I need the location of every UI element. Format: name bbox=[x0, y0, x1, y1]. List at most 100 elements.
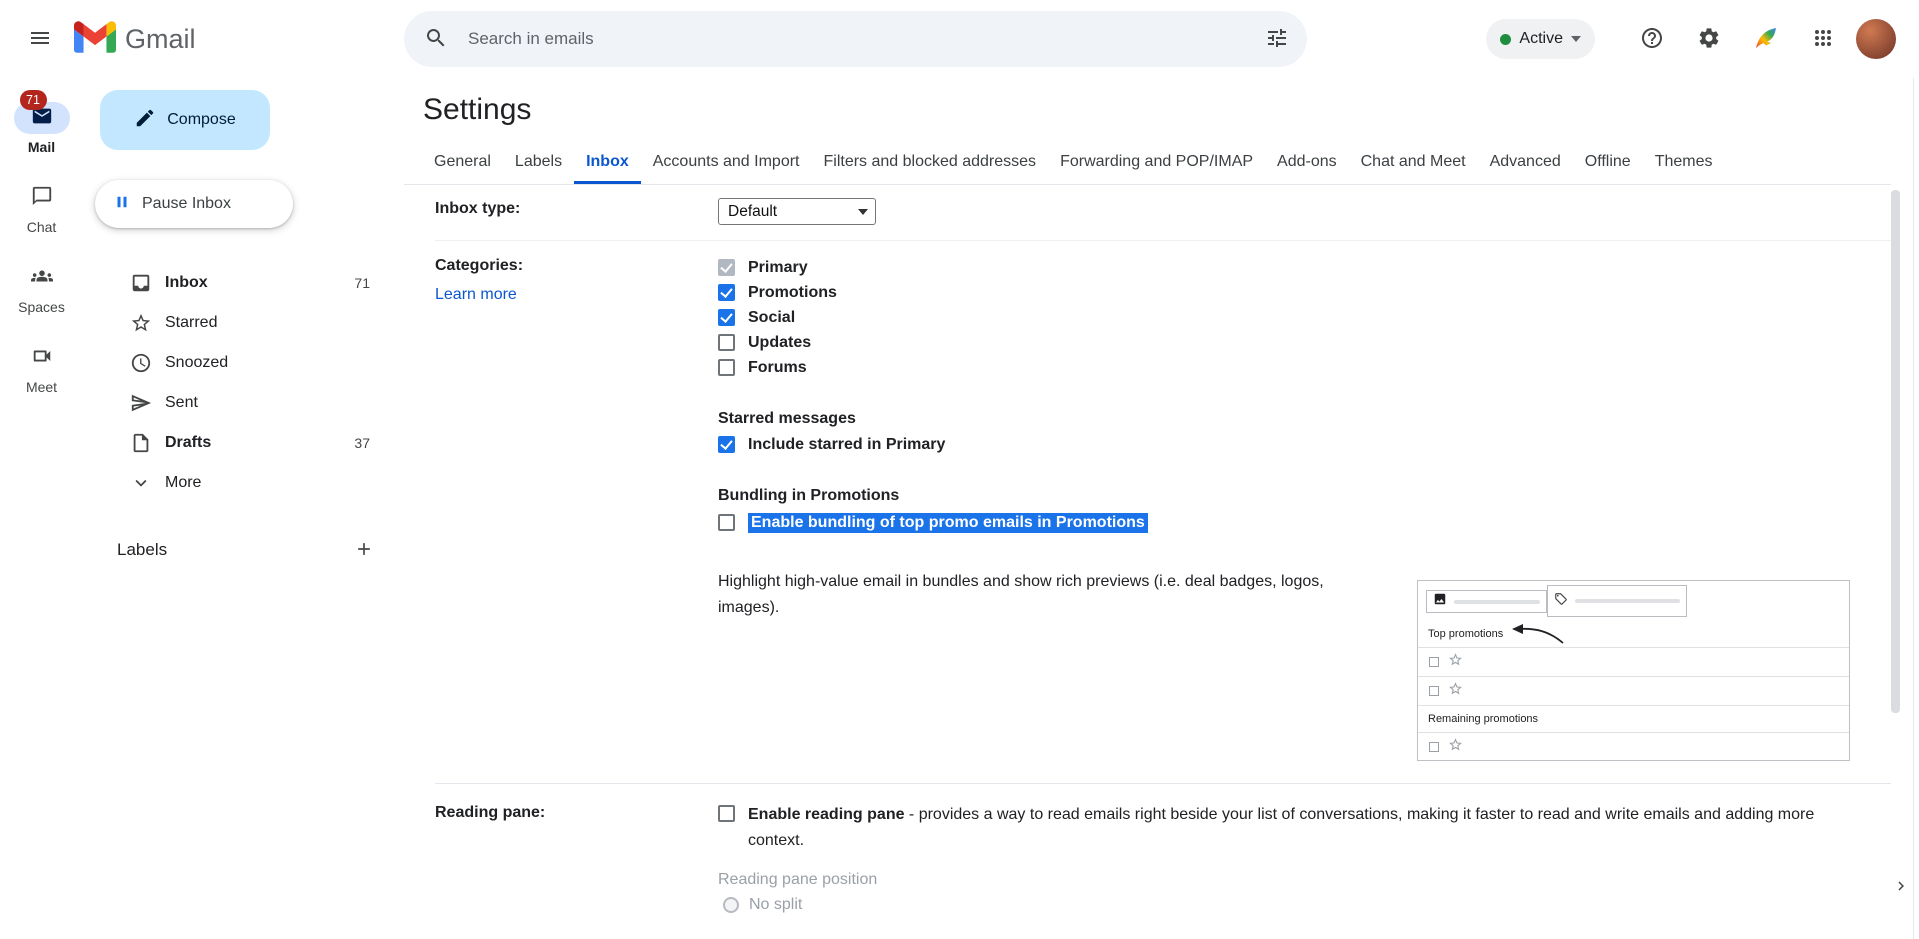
draft-icon bbox=[129, 431, 153, 455]
tab-chat-and-meet[interactable]: Chat and Meet bbox=[1349, 140, 1478, 184]
caret-down-icon bbox=[1571, 36, 1581, 42]
pause-inbox-button[interactable]: Pause Inbox bbox=[95, 180, 293, 228]
tab-accounts-and-import[interactable]: Accounts and Import bbox=[641, 140, 812, 184]
status-selector[interactable]: Active bbox=[1486, 19, 1595, 59]
bundling-label-highlighted: Enable bundling of top promo emails in P… bbox=[748, 513, 1148, 533]
sidebar-item-snoozed[interactable]: Snoozed bbox=[83, 343, 404, 383]
main-menu-button[interactable] bbox=[16, 15, 64, 63]
category-label: Promotions bbox=[748, 284, 837, 302]
compose-button[interactable]: Compose bbox=[100, 90, 270, 150]
chevron-right-icon bbox=[1892, 877, 1910, 900]
preview-placeholder-line bbox=[1454, 600, 1540, 604]
search-button[interactable] bbox=[412, 15, 460, 63]
preview-top-promotions-row: Top promotions bbox=[1418, 620, 1849, 647]
annotation-arrow-icon bbox=[1509, 624, 1567, 647]
category-label: Forums bbox=[748, 359, 807, 377]
rail-label-spaces: Spaces bbox=[18, 299, 65, 315]
rail-item-mail[interactable]: 71 Mail bbox=[0, 94, 83, 174]
sidebar-item-count: 71 bbox=[354, 275, 370, 291]
category-option-forums: Forums bbox=[718, 355, 1891, 380]
sidebar-item-more[interactable]: More bbox=[83, 463, 404, 503]
extension-button[interactable] bbox=[1742, 15, 1790, 63]
account-avatar[interactable] bbox=[1856, 19, 1896, 59]
header-actions: Active bbox=[1486, 0, 1896, 78]
rail-item-spaces[interactable]: Spaces bbox=[0, 254, 83, 334]
preview-top-promotions-label: Top promotions bbox=[1428, 628, 1503, 640]
page-title: Settings bbox=[423, 92, 1891, 127]
search-bar[interactable] bbox=[404, 11, 1307, 67]
gmail-m-icon bbox=[74, 21, 116, 58]
sidebar-item-sent[interactable]: Sent bbox=[83, 383, 404, 423]
include-starred-checkbox[interactable] bbox=[718, 436, 735, 453]
sidebar-item-count: 37 bbox=[354, 435, 370, 451]
enable-reading-pane-checkbox[interactable] bbox=[718, 805, 735, 822]
preview-bundle-tab bbox=[1426, 590, 1547, 613]
category-option-updates: Updates bbox=[718, 330, 1891, 355]
tab-advanced[interactable]: Advanced bbox=[1478, 140, 1573, 184]
preview-email-row bbox=[1418, 676, 1849, 705]
app-rail: 71 Mail Chat Spaces Meet bbox=[0, 78, 83, 939]
promotions-checkbox[interactable] bbox=[718, 284, 735, 301]
checkbox-glyph bbox=[1429, 742, 1439, 752]
send-icon bbox=[129, 391, 153, 415]
sidebar-item-starred[interactable]: Starred bbox=[83, 303, 404, 343]
tab-forwarding-and-pop-imap[interactable]: Forwarding and POP/IMAP bbox=[1048, 140, 1265, 184]
tab-labels[interactable]: Labels bbox=[503, 140, 574, 184]
inbox-type-select[interactable]: Default bbox=[718, 198, 876, 225]
pause-inbox-label: Pause Inbox bbox=[142, 195, 231, 213]
settings-button[interactable] bbox=[1685, 15, 1733, 63]
tab-themes[interactable]: Themes bbox=[1643, 140, 1725, 184]
settings-tabs: General Labels Inbox Accounts and Import… bbox=[404, 140, 1891, 185]
tab-general[interactable]: General bbox=[422, 140, 503, 184]
forums-checkbox[interactable] bbox=[718, 359, 735, 376]
include-starred-label: Include starred in Primary bbox=[748, 436, 945, 454]
tab-offline[interactable]: Offline bbox=[1573, 140, 1643, 184]
category-option-primary: Primary bbox=[718, 255, 1891, 280]
category-label: Updates bbox=[748, 334, 811, 352]
rail-item-chat[interactable]: Chat bbox=[0, 174, 83, 254]
rail-item-meet[interactable]: Meet bbox=[0, 334, 83, 414]
primary-checkbox[interactable] bbox=[718, 259, 735, 276]
reading-pane-option-text: Enable reading pane - provides a way to … bbox=[748, 802, 1848, 854]
chat-icon bbox=[31, 185, 53, 212]
category-label: Social bbox=[748, 309, 795, 327]
include-starred-option: Include starred in Primary bbox=[718, 432, 1891, 457]
preview-placeholder-line bbox=[1575, 599, 1680, 603]
category-label: Primary bbox=[748, 259, 808, 277]
bundling-preview-illustration: Top promotions Remaining promotions bbox=[1417, 580, 1850, 761]
sidebar-item-drafts[interactable]: Drafts 37 bbox=[83, 423, 404, 463]
mail-sidebar: Compose Pause Inbox Inbox 71 Starred Sno… bbox=[83, 78, 404, 939]
social-checkbox[interactable] bbox=[718, 309, 735, 326]
bundling-checkbox[interactable] bbox=[718, 514, 735, 531]
scrollbar[interactable] bbox=[1891, 190, 1900, 713]
bundling-header: Bundling in Promotions bbox=[718, 485, 1891, 506]
checkbox-glyph bbox=[1429, 686, 1439, 696]
search-options-button[interactable] bbox=[1253, 15, 1301, 63]
gear-icon bbox=[1697, 26, 1721, 53]
tag-icon bbox=[1554, 592, 1568, 611]
setting-row-inbox-type: Inbox type: Default bbox=[435, 185, 1891, 241]
side-panel-toggle[interactable] bbox=[1891, 876, 1911, 900]
tab-add-ons[interactable]: Add-ons bbox=[1265, 140, 1349, 184]
preview-email-row bbox=[1418, 732, 1849, 761]
support-button[interactable] bbox=[1628, 15, 1676, 63]
image-icon bbox=[1433, 592, 1447, 611]
tab-inbox[interactable]: Inbox bbox=[574, 140, 641, 184]
search-input[interactable] bbox=[468, 29, 1253, 49]
google-apps-button[interactable] bbox=[1799, 15, 1847, 63]
starred-messages-header: Starred messages bbox=[718, 408, 1891, 429]
preview-email-row bbox=[1418, 647, 1849, 676]
gmail-logo[interactable]: Gmail bbox=[74, 21, 196, 58]
spaces-icon bbox=[29, 265, 55, 292]
chevron-down-icon bbox=[129, 471, 153, 495]
sidebar-item-inbox[interactable]: Inbox 71 bbox=[83, 263, 404, 303]
mail-icon-pill: 71 bbox=[14, 102, 70, 134]
plus-icon bbox=[354, 539, 374, 562]
settings-rows: Inbox type: Default Categories: Learn mo… bbox=[404, 185, 1891, 914]
learn-more-link[interactable]: Learn more bbox=[435, 286, 517, 304]
create-label-button[interactable] bbox=[348, 534, 380, 566]
tab-filters-and-blocked-addresses[interactable]: Filters and blocked addresses bbox=[812, 140, 1049, 184]
updates-checkbox[interactable] bbox=[718, 334, 735, 351]
gmail-settings-window: Gmail Active bbox=[0, 0, 1919, 939]
no-split-radio[interactable] bbox=[723, 897, 739, 913]
